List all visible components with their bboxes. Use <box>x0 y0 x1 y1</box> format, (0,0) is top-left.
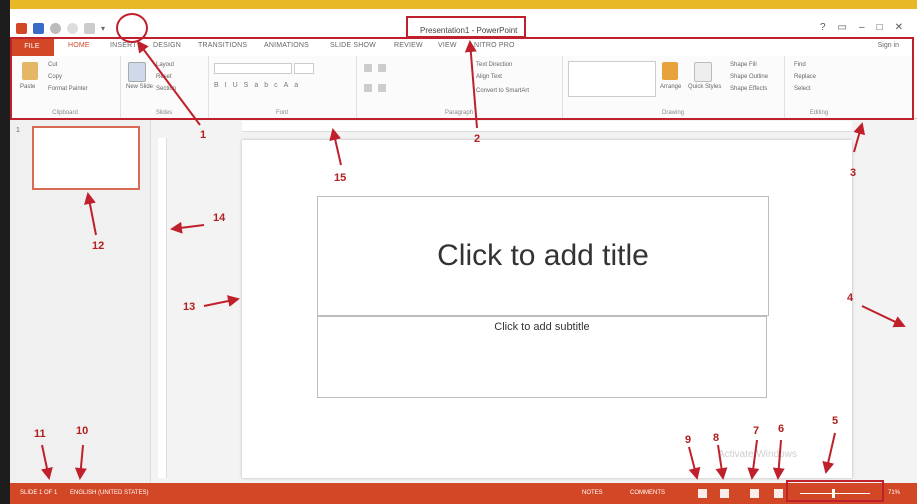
window-top-strip <box>10 0 917 9</box>
vertical-ruler <box>158 138 167 478</box>
minimize-icon[interactable]: – <box>859 22 865 33</box>
annotation-label-11: 11 <box>34 428 46 440</box>
activate-windows-watermark: Activate Windows <box>718 449 797 460</box>
annotation-label-7: 7 <box>753 425 760 437</box>
maximize-icon[interactable]: □ <box>877 22 883 33</box>
annotation-label-10: 10 <box>76 425 89 437</box>
close-icon[interactable]: ✕ <box>895 22 903 33</box>
annotation-box-ribbon <box>10 37 914 120</box>
help-icon[interactable]: ? <box>820 22 826 33</box>
annotation-label-13: 13 <box>183 301 196 313</box>
annotation-label-4: 4 <box>847 292 854 304</box>
undo-icon[interactable] <box>50 23 61 34</box>
zoom-level[interactable]: 71% <box>888 490 900 496</box>
reading-view-icon[interactable] <box>750 489 759 498</box>
annotation-box-title <box>406 16 526 38</box>
normal-view-icon[interactable] <box>698 489 707 498</box>
powerpoint-logo-icon <box>16 23 27 34</box>
subtitle-placeholder[interactable]: Click to add subtitle <box>317 316 767 398</box>
annotation-label-3: 3 <box>850 167 857 179</box>
slide-count-status[interactable]: SLIDE 1 OF 1 <box>20 490 57 496</box>
annotation-label-15: 15 <box>334 172 347 184</box>
save-icon[interactable] <box>33 23 44 34</box>
slide-sorter-view-icon[interactable] <box>720 489 729 498</box>
ribbon-display-icon[interactable]: ▭ <box>838 22 847 33</box>
slide-thumbnail[interactable] <box>32 126 140 190</box>
annotation-label-1: 1 <box>200 129 207 141</box>
quick-access-toolbar: ▾ <box>16 23 105 34</box>
annotation-label-12: 12 <box>92 240 105 252</box>
annotation-label-9: 9 <box>685 434 692 446</box>
annotation-box-zoom <box>786 480 884 502</box>
annotation-label-8: 8 <box>713 432 720 444</box>
horizontal-ruler <box>242 121 852 132</box>
customize-qat-chevron-icon[interactable]: ▾ <box>101 24 105 33</box>
annotation-label-6: 6 <box>778 423 785 435</box>
slide-show-view-icon[interactable] <box>774 489 783 498</box>
annotation-label-2: 2 <box>474 133 481 145</box>
start-slideshow-icon[interactable] <box>84 23 95 34</box>
window-controls: ? ▭ – □ ✕ <box>820 22 903 33</box>
annotation-label-14: 14 <box>213 212 226 224</box>
redo-icon[interactable] <box>67 23 78 34</box>
notes-button[interactable]: NOTES <box>582 490 603 496</box>
thumbnail-number: 1 <box>16 127 20 134</box>
language-status[interactable]: ENGLISH (UNITED STATES) <box>70 490 148 496</box>
comments-button[interactable]: COMMENTS <box>630 490 665 496</box>
title-placeholder[interactable]: Click to add title <box>317 196 769 316</box>
annotation-label-5: 5 <box>832 415 839 427</box>
